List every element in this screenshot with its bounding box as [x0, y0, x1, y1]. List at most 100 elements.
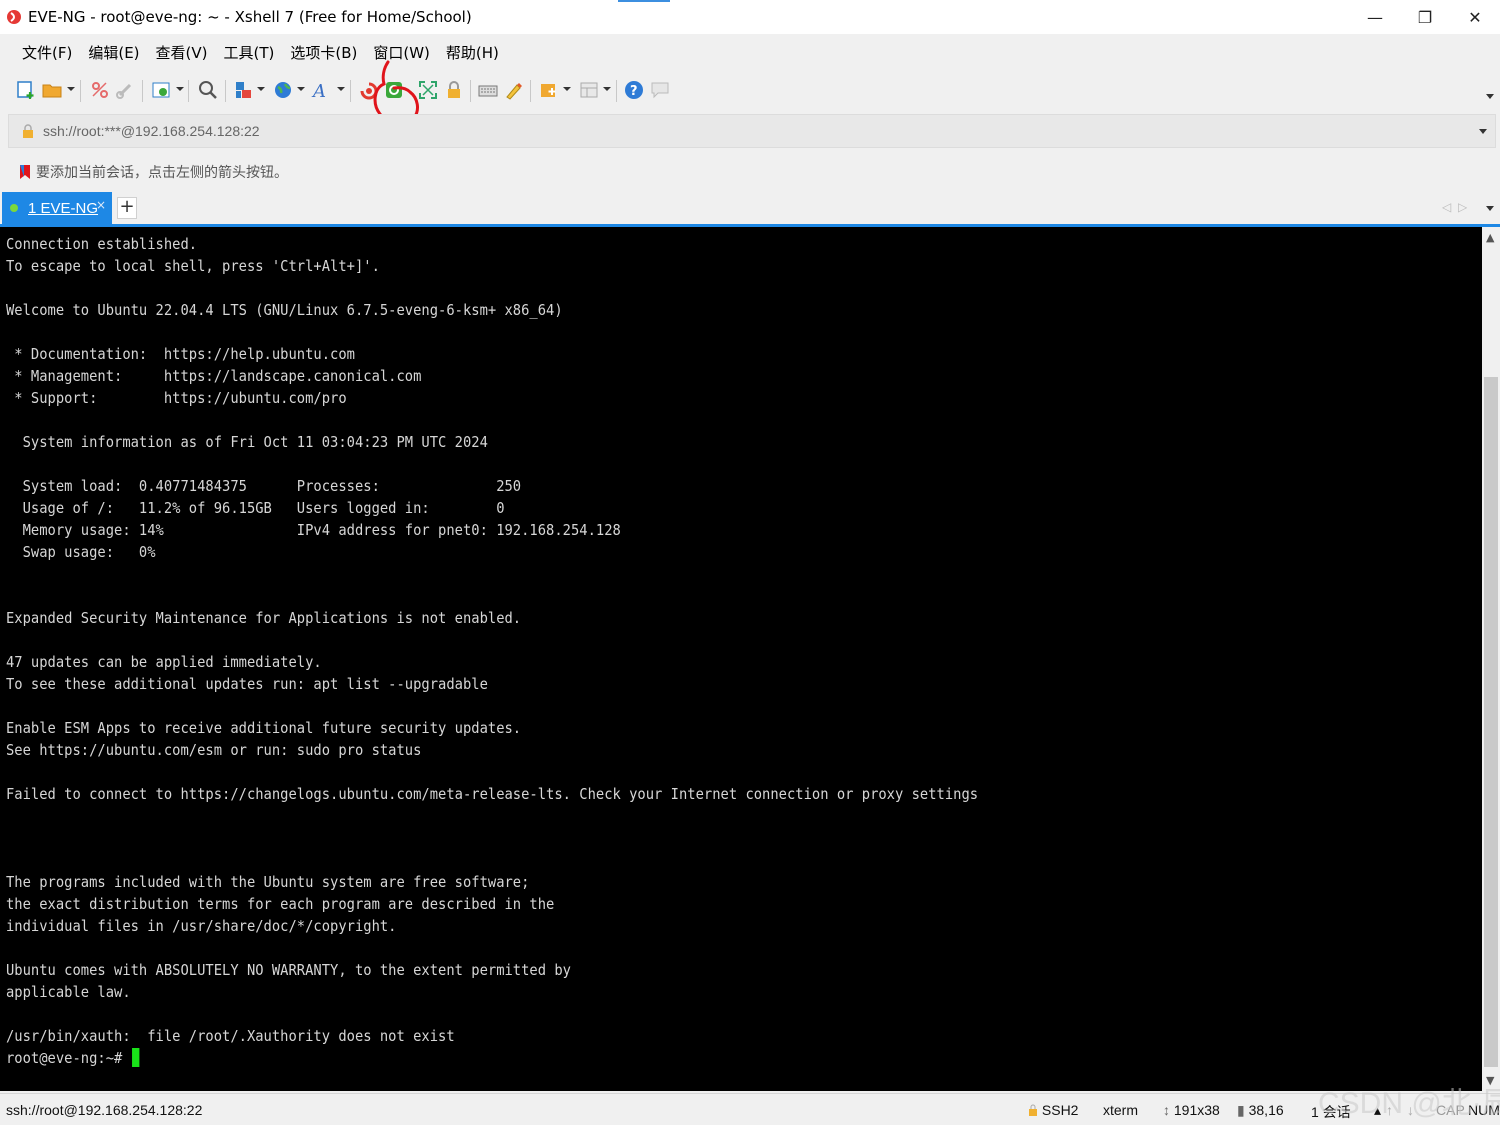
- focus-indicator: [618, 0, 670, 2]
- chat-icon[interactable]: [648, 78, 672, 102]
- open-dropdown-caret[interactable]: [67, 85, 75, 93]
- arrow-up-icon[interactable]: ↑: [1386, 1102, 1393, 1118]
- window-title: EVE-NG - root@eve-ng: ~ - Xshell 7 (Free…: [28, 8, 472, 26]
- status-protocol: SSH2: [1028, 1102, 1078, 1118]
- terminal-line: individual files in /usr/share/doc/*/cop…: [6, 917, 397, 935]
- tab-prev-icon[interactable]: ◁: [1442, 200, 1451, 214]
- address-dropdown-caret[interactable]: [1479, 129, 1487, 134]
- font-dropdown-caret[interactable]: [337, 85, 345, 93]
- window-controls: — ❐ ✕: [1350, 0, 1500, 34]
- globe-icon[interactable]: [271, 78, 295, 102]
- close-button[interactable]: ✕: [1450, 0, 1500, 34]
- terminal-prompt-line[interactable]: root@eve-ng:~#: [6, 1047, 1364, 1069]
- toolbar-separator: [470, 80, 471, 102]
- help-icon[interactable]: ?: [622, 78, 646, 102]
- tab-label: 1 EVE-NG: [28, 199, 99, 217]
- script-dropdown-caret[interactable]: [563, 85, 571, 93]
- terminal-line: Expanded Security Maintenance for Applic…: [6, 609, 522, 627]
- menu-file[interactable]: 文件(F): [14, 42, 80, 63]
- terminal-line: * Support: https://ubuntu.com/pro: [6, 389, 347, 407]
- terminal-line: To see these additional updates run: apt…: [6, 675, 488, 693]
- globe-dropdown-caret[interactable]: [297, 85, 305, 93]
- address-input[interactable]: [43, 123, 1423, 139]
- new-tab-button[interactable]: +: [117, 197, 137, 219]
- menu-view[interactable]: 查看(V): [148, 42, 216, 63]
- highlight-icon[interactable]: [502, 78, 526, 102]
- script-icon[interactable]: [537, 78, 561, 102]
- menu-edit[interactable]: 编辑(E): [80, 42, 147, 63]
- svg-text:?: ?: [630, 84, 638, 99]
- xftp-icon[interactable]: [357, 78, 381, 102]
- resize-icon: ↕: [1163, 1102, 1170, 1118]
- new-session-icon[interactable]: [14, 78, 38, 102]
- tab-list-caret[interactable]: [1486, 206, 1494, 211]
- shell-prompt: root@eve-ng:~#: [6, 1049, 131, 1067]
- layout-icon[interactable]: [577, 78, 601, 102]
- terminal[interactable]: Connection established. To escape to loca…: [0, 227, 1482, 1091]
- scroll-down-icon[interactable]: ▼: [1486, 1074, 1494, 1087]
- terminal-line: Connection established.: [6, 235, 198, 253]
- layout-dropdown-caret[interactable]: [603, 85, 611, 93]
- transfer-dropdown-caret[interactable]: [257, 85, 265, 93]
- sessions-caret-icon[interactable]: ▴: [1374, 1102, 1381, 1119]
- restore-button[interactable]: ❐: [1400, 0, 1450, 34]
- tab-close-icon[interactable]: ×: [96, 198, 106, 212]
- toolbar-overflow-caret[interactable]: [1486, 94, 1494, 99]
- terminal-line: the exact distribution terms for each pr…: [6, 895, 555, 913]
- tab-eve-ng[interactable]: 1 EVE-NG ×: [2, 192, 112, 224]
- transfer-icon[interactable]: [232, 78, 256, 102]
- fullscreen-icon[interactable]: [416, 78, 440, 102]
- reconnect-icon[interactable]: [113, 78, 137, 102]
- tab-next-icon[interactable]: ▷: [1458, 200, 1467, 214]
- lock-icon: [23, 124, 33, 138]
- xshell-logo-icon: [7, 10, 21, 24]
- menu-help[interactable]: 帮助(H): [438, 42, 507, 63]
- menu-tab[interactable]: 选项卡(B): [282, 42, 365, 63]
- font-icon[interactable]: A: [310, 78, 334, 102]
- disconnect-icon[interactable]: [88, 78, 112, 102]
- title-bar: EVE-NG - root@eve-ng: ~ - Xshell 7 (Free…: [0, 0, 1500, 34]
- toolbar-separator: [80, 80, 81, 102]
- terminal-line: /usr/bin/xauth: file /root/.Xauthority d…: [6, 1027, 455, 1045]
- arrow-down-icon[interactable]: ↓: [1407, 1102, 1414, 1118]
- status-sessions[interactable]: 1 会话: [1311, 1102, 1351, 1122]
- terminal-line: Failed to connect to https://changelogs.…: [6, 785, 979, 803]
- size-label: 191x38: [1173, 1102, 1220, 1118]
- terminal-line: System information as of Fri Oct 11 03:0…: [6, 433, 488, 451]
- find-icon[interactable]: [196, 78, 220, 102]
- vertical-scrollbar[interactable]: ▲ ▼: [1482, 227, 1500, 1091]
- protocol-label: SSH2: [1041, 1102, 1079, 1118]
- scroll-thumb[interactable]: [1484, 377, 1498, 1067]
- terminal-line: Usage of /: 11.2% of 96.15GB Users logge…: [6, 499, 505, 517]
- open-folder-icon[interactable]: [40, 78, 64, 102]
- bookmark-icon[interactable]: [18, 164, 32, 180]
- address-bar: [8, 114, 1496, 148]
- terminal-line: Swap usage: 0%: [6, 543, 156, 561]
- toolbar-separator: [142, 80, 143, 102]
- terminal-line: See https://ubuntu.com/esm or run: sudo …: [6, 741, 422, 759]
- scroll-up-icon[interactable]: ▲: [1486, 231, 1494, 244]
- svg-text:A: A: [311, 81, 326, 101]
- xmanager-icon[interactable]: [382, 78, 406, 102]
- toolbar-separator: [350, 80, 351, 102]
- terminal-line: 47 updates can be applied immediately.: [6, 653, 322, 671]
- minimize-button[interactable]: —: [1350, 0, 1400, 34]
- keyboard-icon[interactable]: [476, 78, 500, 102]
- menu-window[interactable]: 窗口(W): [365, 42, 438, 63]
- terminal-line: Memory usage: 14% IPv4 address for pnet0…: [6, 521, 621, 539]
- terminal-line: * Documentation: https://help.ubuntu.com: [6, 345, 355, 363]
- terminal-line: Welcome to Ubuntu 22.04.4 LTS (GNU/Linux…: [6, 301, 563, 319]
- properties-icon[interactable]: [150, 78, 174, 102]
- lock-icon[interactable]: [442, 78, 466, 102]
- properties-dropdown-caret[interactable]: [176, 85, 184, 93]
- terminal-line: Enable ESM Apps to receive additional fu…: [6, 719, 522, 737]
- menu-tools[interactable]: 工具(T): [216, 42, 283, 63]
